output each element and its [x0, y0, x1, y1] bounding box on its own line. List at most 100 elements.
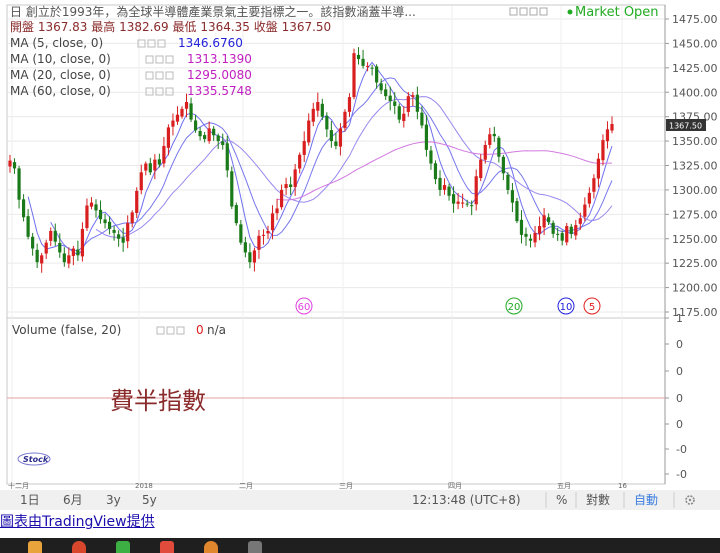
candle-body [447, 186, 451, 196]
candle-body [587, 192, 591, 204]
price-tick-label: 1450.00 [672, 37, 718, 50]
candle-body [279, 189, 284, 208]
period-5y[interactable]: 5y [142, 493, 157, 507]
time-tick-label: 十二月 [8, 481, 29, 490]
log-toggle[interactable]: 對數 [586, 493, 610, 507]
app-icon[interactable] [160, 541, 174, 553]
volume-tick-label: -0 [676, 468, 687, 481]
pin-icon[interactable] [248, 541, 262, 553]
period-6m[interactable]: 6月 [63, 493, 83, 507]
candle-body [248, 252, 252, 263]
candle [343, 109, 347, 132]
candle-body [501, 156, 505, 174]
price-tick-label: 1325.00 [672, 160, 718, 173]
legend-title: 日 創立於1993年，為全球半導體產業景氣主要指標之一。該指數涵蓋半導... [10, 4, 416, 19]
candle-body [524, 233, 528, 237]
candle-body [537, 226, 542, 234]
period-marker-label: 10 [560, 302, 573, 313]
candle [565, 222, 569, 246]
line-icon[interactable] [116, 541, 130, 553]
time-tick-label: 16 [618, 482, 627, 490]
candle-body [157, 159, 161, 165]
candle-body [266, 230, 270, 234]
candle-body [388, 95, 392, 102]
candle-body [488, 134, 492, 145]
candle-body [370, 67, 374, 69]
candle-body [216, 135, 220, 142]
clock-time: 12:13:48 (UTC+8) [412, 493, 521, 507]
candle-body [334, 141, 338, 146]
candle-body [565, 226, 569, 243]
percent-toggle[interactable]: % [556, 493, 567, 507]
candle-body [49, 230, 53, 241]
watermark-text: 費半指數 [110, 387, 206, 415]
candle-body [257, 235, 261, 250]
candle-body [384, 89, 388, 97]
candle-body [411, 95, 415, 97]
period-marker: 10 [557, 297, 575, 315]
candle-body [234, 205, 238, 224]
candle-body [578, 218, 582, 224]
ma-value: 1335.5748 [187, 84, 252, 98]
volume-tick-label: 1 [676, 312, 683, 325]
chart-svg: 1475.001450.001425.001400.001375.001350.… [0, 4, 720, 510]
period-3y[interactable]: 3y [106, 493, 121, 507]
price-tick-layer: 1475.001450.001425.001400.001375.001350.… [665, 13, 718, 319]
ma-label: MA (10, close, 0) [10, 52, 111, 66]
volume-value: 0 [196, 323, 204, 337]
candle-body [17, 168, 21, 200]
candle-body [212, 128, 216, 136]
price-tick-label: 1200.00 [672, 282, 718, 295]
candle-body [556, 233, 560, 235]
file-explorer-icon[interactable] [28, 541, 42, 553]
candle-body [35, 249, 39, 263]
candle-body [456, 201, 460, 204]
candle-body [121, 237, 125, 243]
candle-body [402, 113, 406, 122]
chrome-icon[interactable] [72, 541, 86, 553]
candle-body [533, 232, 537, 243]
candle-body [338, 128, 343, 147]
auto-toggle[interactable]: 自動 [634, 493, 658, 507]
candle-body [284, 184, 288, 189]
candle-body [343, 111, 347, 129]
candle-body [171, 120, 175, 127]
candle-body [289, 184, 293, 187]
candle-body [519, 219, 524, 235]
candle [515, 197, 519, 224]
chart-frame: 1475.00 1450.00 1425.00 1400.00 1375.00 1350.… [0, 0, 720, 510]
candle-body [438, 177, 442, 190]
candle-body [80, 228, 85, 257]
stock-logo: Stock [17, 452, 51, 466]
price-tick-label: 1300.00 [672, 184, 718, 197]
browser-icon[interactable] [204, 541, 218, 553]
candle-body [470, 205, 474, 207]
candle-body [451, 194, 456, 204]
candle-body [610, 123, 614, 131]
candle-body [298, 154, 302, 169]
candle-body [243, 242, 247, 253]
candle-body [352, 53, 356, 98]
candle-body [107, 221, 112, 229]
time-tick-label: 五月 [557, 482, 571, 490]
price-tick-label: 1275.00 [672, 208, 718, 221]
period-1d[interactable]: 1日 [20, 493, 40, 507]
candle-body [193, 120, 198, 131]
candle-body [148, 163, 152, 173]
price-tick-label: 1225.00 [672, 257, 718, 270]
candle-body [103, 219, 107, 224]
candle-body [239, 224, 243, 243]
candle-body [596, 158, 601, 179]
candle-body [379, 83, 383, 91]
candle-body [365, 65, 370, 67]
market-status: Market Open [575, 5, 659, 20]
candle-body [515, 201, 519, 222]
candle-body [528, 238, 533, 241]
tradingview-credit-link[interactable]: 圖表由TradingView提供 [0, 511, 155, 531]
candle-body [40, 255, 44, 264]
candle-body [62, 253, 66, 263]
price-tick-label: 1475.00 [672, 13, 718, 26]
time-tick-label: 四月 [448, 482, 462, 490]
candle-body [198, 130, 202, 137]
candle-body [293, 169, 297, 187]
